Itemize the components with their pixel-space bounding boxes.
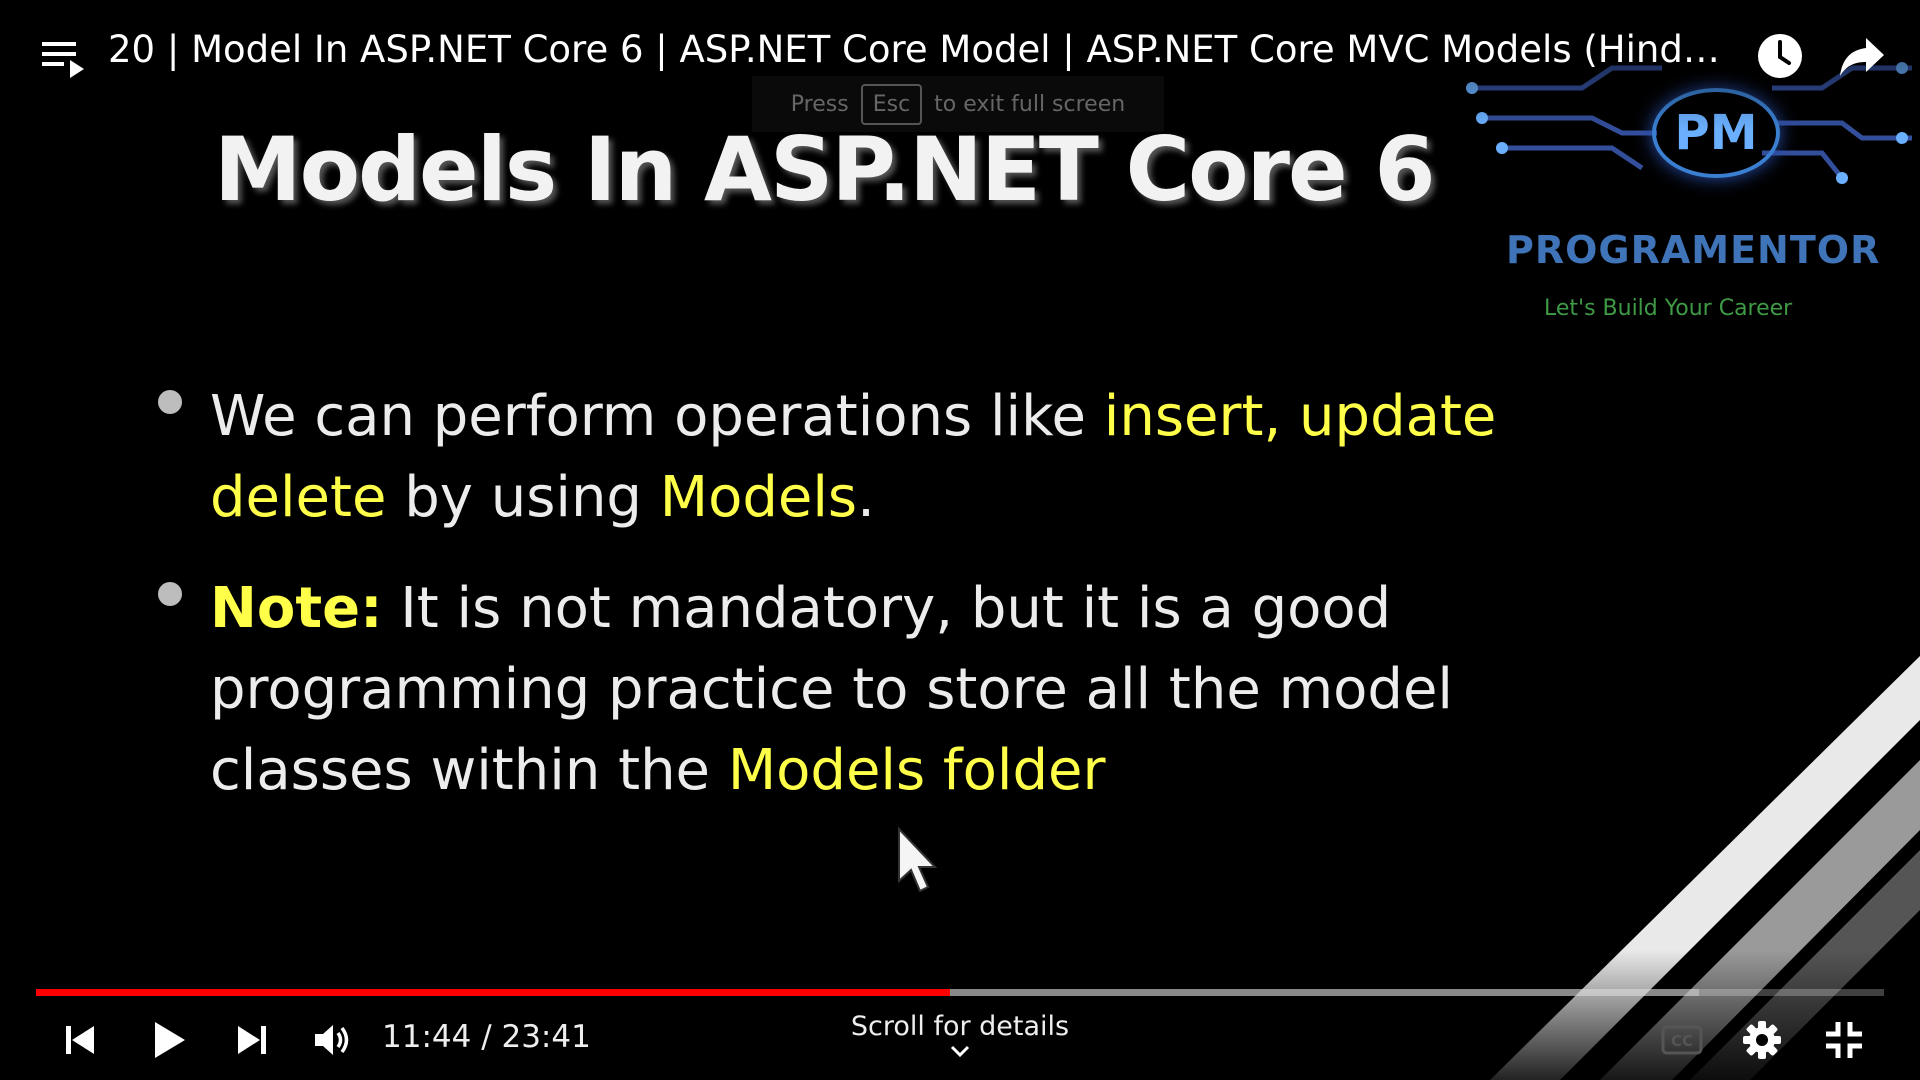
- playlist-icon: [42, 42, 84, 78]
- progress-bar[interactable]: [36, 989, 1884, 996]
- note-label: Note:: [210, 576, 383, 641]
- bullet-text: We can perform operations like: [210, 384, 1104, 449]
- hint-rest: to exit full screen: [934, 91, 1126, 117]
- slide-title: Models In ASP.NET Core 6: [214, 118, 1436, 221]
- bullet-text: .: [857, 465, 875, 530]
- next-icon: [238, 1026, 266, 1054]
- bullet-dot: [158, 390, 182, 414]
- video-frame[interactable]: Models In ASP.NET Core 6 We can perform …: [0, 0, 1920, 1080]
- video-title[interactable]: 20 | Model In ASP.NET Core 6 | ASP.NET C…: [108, 28, 1728, 71]
- clock-icon: [1758, 34, 1802, 78]
- progress-played: [36, 989, 950, 996]
- slide-bullets: We can perform operations like insert, u…: [158, 376, 1540, 841]
- play-button[interactable]: [138, 1010, 198, 1070]
- logo-tagline: Let's Build Your Career: [1544, 296, 1793, 321]
- watch-later-button[interactable]: [1752, 28, 1808, 84]
- fullscreen-hint: Press Esc to exit full screen: [752, 76, 1164, 132]
- svg-text:CC: CC: [1671, 1032, 1693, 1050]
- next-button[interactable]: [222, 1010, 282, 1070]
- bullet-item: We can perform operations like insert, u…: [158, 376, 1540, 538]
- exit-fullscreen-icon: [1826, 1022, 1862, 1058]
- previous-icon: [66, 1026, 94, 1054]
- share-icon: [1840, 38, 1884, 76]
- gear-icon: [1743, 1021, 1781, 1059]
- bullet-item: Note: It is not mandatory, but it is a g…: [158, 568, 1540, 811]
- scroll-for-details[interactable]: Scroll for details: [800, 1011, 1120, 1058]
- chevron-down-icon: [950, 1045, 970, 1058]
- esc-key: Esc: [860, 83, 923, 125]
- highlight-text: Models folder: [727, 738, 1106, 803]
- volume-button[interactable]: [302, 1010, 362, 1070]
- previous-button[interactable]: [50, 1010, 110, 1070]
- hint-press: Press: [790, 91, 849, 117]
- mouse-cursor-icon: [898, 826, 938, 893]
- details-label: Scroll for details: [850, 1011, 1070, 1042]
- time-display: 11:44 / 23:41: [382, 1019, 591, 1055]
- captions-icon: CC: [1661, 1025, 1703, 1055]
- bullet-text: by using: [386, 465, 660, 530]
- logo-name: PROGRAMENTOR: [1506, 228, 1881, 272]
- share-button[interactable]: [1834, 28, 1890, 84]
- bullet-dot: [158, 582, 182, 606]
- playlist-button[interactable]: [38, 34, 88, 84]
- highlight-text: Models: [659, 465, 858, 530]
- captions-button[interactable]: CC: [1652, 1010, 1712, 1070]
- settings-button[interactable]: [1732, 1010, 1792, 1070]
- volume-icon: [315, 1025, 349, 1055]
- play-icon: [155, 1022, 185, 1058]
- exit-fullscreen-button[interactable]: [1814, 1010, 1874, 1070]
